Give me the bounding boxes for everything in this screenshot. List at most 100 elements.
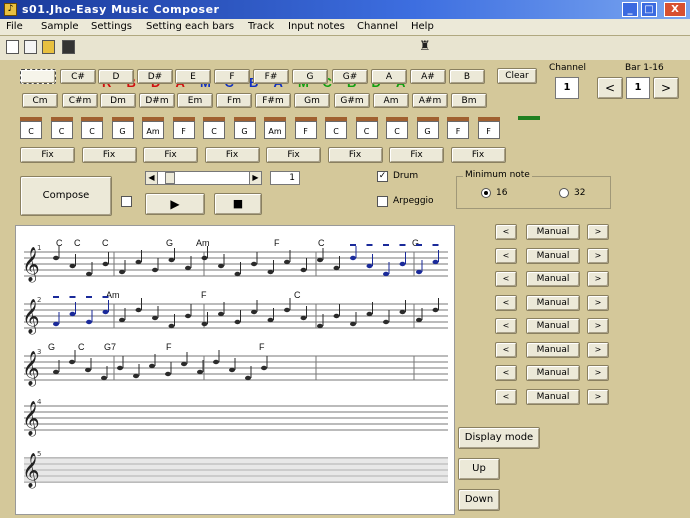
- stop-button[interactable]: ■: [214, 193, 262, 215]
- menu-item-channel[interactable]: Channel: [357, 21, 398, 32]
- score-view[interactable]: 1 𝄞 C C C G Am F C G 2 𝄞 Am F C 3 𝄞 G C G7 F F 4 𝄞 5 𝄞: [15, 225, 455, 515]
- chord-field[interactable]: C: [325, 117, 347, 139]
- clear-button[interactable]: Clear: [497, 68, 537, 84]
- open-folder-icon[interactable]: [42, 40, 55, 54]
- track-prev-button[interactable]: <: [495, 388, 517, 405]
- fix-button[interactable]: Fix: [266, 147, 321, 163]
- fix-button[interactable]: Fix: [204, 147, 260, 163]
- menu-item-setting-each-bars[interactable]: Setting each bars: [146, 21, 234, 32]
- key-minor-button[interactable]: Cm: [22, 93, 58, 108]
- new-file-icon[interactable]: [6, 40, 19, 54]
- track-prev-button[interactable]: <: [495, 271, 517, 287]
- track-prev-button[interactable]: <: [495, 294, 517, 311]
- compose-option-checkbox[interactable]: [121, 196, 132, 207]
- compose-button[interactable]: Compose: [20, 176, 112, 216]
- track-next-button[interactable]: >: [587, 247, 609, 264]
- key-major-button[interactable]: B: [449, 69, 485, 84]
- chord-field[interactable]: C: [20, 117, 42, 139]
- fix-button[interactable]: Fix: [20, 147, 75, 163]
- bar-next-button[interactable]: >: [653, 77, 679, 99]
- channel-value[interactable]: 1: [555, 77, 579, 99]
- min-note-16-radio[interactable]: [481, 188, 491, 198]
- track-next-button[interactable]: >: [587, 318, 609, 334]
- key-minor-button[interactable]: Gm: [294, 93, 330, 108]
- menu-item-input-notes[interactable]: Input notes: [288, 21, 345, 32]
- track-manual-button[interactable]: Manual: [526, 294, 580, 311]
- menu-item-track[interactable]: Track: [248, 21, 274, 32]
- up-button[interactable]: Up: [458, 458, 500, 480]
- key-major-button[interactable]: G#: [332, 69, 368, 84]
- key-major-button[interactable]: G: [292, 69, 328, 84]
- chord-field[interactable]: F: [447, 117, 469, 139]
- save-disk-icon[interactable]: [62, 40, 75, 54]
- fix-button[interactable]: Fix: [143, 147, 198, 163]
- key-minor-button[interactable]: Dm: [100, 93, 136, 108]
- track-prev-button[interactable]: <: [495, 224, 517, 240]
- chord-field[interactable]: C: [386, 117, 408, 139]
- fix-button[interactable]: Fix: [450, 147, 506, 163]
- key-major-button[interactable]: E: [175, 69, 211, 84]
- chord-field[interactable]: G: [233, 117, 256, 139]
- menu-item-file[interactable]: File: [6, 21, 23, 32]
- chord-field[interactable]: Am: [142, 117, 164, 139]
- fix-button[interactable]: Fix: [389, 147, 444, 163]
- slider-left-arrow[interactable]: ◀: [146, 172, 158, 184]
- chord-field[interactable]: F: [172, 117, 195, 139]
- drum-kit-icon[interactable]: ♜: [419, 39, 431, 54]
- chord-field[interactable]: C: [50, 117, 73, 139]
- track-next-button[interactable]: >: [587, 294, 609, 311]
- key-minor-button[interactable]: C#m: [62, 93, 98, 108]
- bar-value[interactable]: 1: [626, 77, 650, 99]
- track-next-button[interactable]: >: [587, 271, 609, 287]
- key-major-button[interactable]: D: [98, 69, 134, 84]
- slider-thumb[interactable]: [165, 172, 175, 184]
- min-note-32-radio[interactable]: [559, 188, 569, 198]
- tempo-slider[interactable]: ◀ ▶: [145, 171, 262, 185]
- key-major-button[interactable]: F#: [253, 69, 289, 84]
- play-button[interactable]: ▶: [145, 193, 205, 215]
- track-manual-button[interactable]: Manual: [526, 341, 580, 358]
- menu-item-sample[interactable]: Sample: [41, 21, 79, 32]
- track-prev-button[interactable]: <: [495, 365, 517, 381]
- track-prev-button[interactable]: <: [495, 318, 517, 334]
- key-minor-button[interactable]: G#m: [334, 93, 370, 108]
- key-major-button[interactable]: C#: [60, 69, 96, 84]
- maximize-button[interactable]: □: [641, 2, 657, 17]
- track-next-button[interactable]: >: [587, 388, 609, 405]
- chord-field[interactable]: C: [355, 117, 378, 139]
- track-next-button[interactable]: >: [587, 341, 609, 358]
- key-major-button[interactable]: [20, 69, 56, 84]
- chord-field[interactable]: C: [81, 117, 103, 139]
- drum-checkbox[interactable]: ✓: [377, 171, 388, 182]
- display-mode-button[interactable]: Display mode: [458, 427, 540, 449]
- key-minor-button[interactable]: D#m: [139, 93, 175, 108]
- bar-prev-button[interactable]: <: [597, 77, 623, 99]
- track-next-button[interactable]: >: [587, 365, 609, 381]
- chord-field[interactable]: F: [477, 117, 500, 139]
- track-manual-button[interactable]: Manual: [526, 388, 580, 405]
- track-prev-button[interactable]: <: [495, 247, 517, 264]
- down-button[interactable]: Down: [458, 489, 500, 511]
- track-next-button[interactable]: >: [587, 224, 609, 240]
- track-manual-button[interactable]: Manual: [526, 224, 580, 240]
- key-major-button[interactable]: D#: [137, 69, 173, 84]
- key-minor-button[interactable]: F#m: [255, 93, 291, 108]
- track-manual-button[interactable]: Manual: [526, 318, 580, 334]
- key-major-button[interactable]: A#: [410, 69, 446, 84]
- chord-field[interactable]: C: [203, 117, 225, 139]
- key-minor-button[interactable]: Fm: [216, 93, 252, 108]
- track-manual-button[interactable]: Manual: [526, 271, 580, 287]
- chord-field[interactable]: F: [294, 117, 317, 139]
- key-minor-button[interactable]: A#m: [412, 93, 448, 108]
- key-major-button[interactable]: F: [214, 69, 250, 84]
- close-button[interactable]: X: [664, 2, 686, 17]
- track-prev-button[interactable]: <: [495, 341, 517, 358]
- track-manual-button[interactable]: Manual: [526, 365, 580, 381]
- key-minor-button[interactable]: Am: [373, 93, 409, 108]
- tempo-value[interactable]: 1: [270, 171, 300, 185]
- fix-button[interactable]: Fix: [327, 147, 383, 163]
- track-manual-button[interactable]: Manual: [526, 247, 580, 264]
- chord-field[interactable]: Am: [264, 117, 286, 139]
- chord-field[interactable]: G: [416, 117, 439, 139]
- menu-item-help[interactable]: Help: [411, 21, 434, 32]
